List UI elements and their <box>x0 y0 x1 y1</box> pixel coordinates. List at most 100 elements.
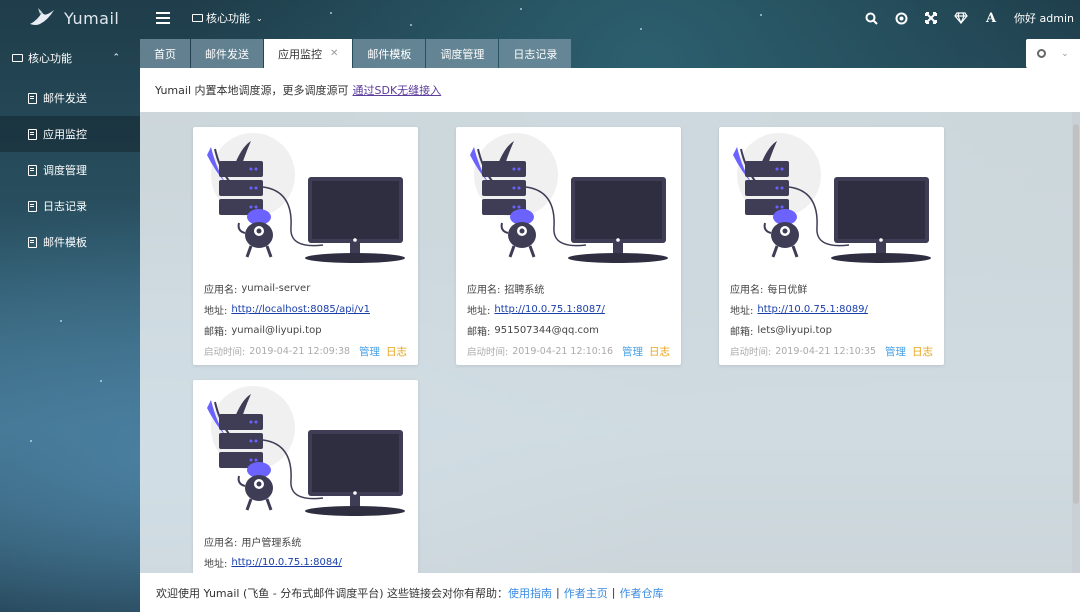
start-time-value: 2019-04-21 12:09:38 <box>249 345 351 357</box>
footer-separator: | <box>556 586 560 599</box>
app-address-label: 地址: <box>467 306 491 317</box>
guide-link[interactable]: 使用指南 <box>508 585 552 601</box>
sidebar-item-label: 邮件发送 <box>43 92 87 105</box>
start-time-label: 启动时间: <box>467 347 509 358</box>
start-time-value: 2019-04-21 12:10:35 <box>775 345 877 357</box>
app-card: 应用名: 每日优鲜 地址: http://10.0.75.1:8089/ 邮箱: le… <box>719 127 944 365</box>
app-address-link[interactable]: http://localhost:8085/api/v1 <box>231 304 370 315</box>
module-switcher[interactable]: 核心功能 ⌄ <box>192 10 263 26</box>
scrollbar[interactable] <box>1072 112 1080 573</box>
top-header: Yumail 核心功能 ⌄ A 你好 admin <box>0 0 1080 36</box>
app-name-row: 应用名: 招聘系统 <box>467 278 670 299</box>
app-address-link[interactable]: http://10.0.75.1:8084/ <box>231 557 342 568</box>
tab-home[interactable]: 首页 <box>140 39 190 68</box>
chevron-down-icon: ⌄ <box>256 13 263 23</box>
folder-icon <box>12 54 23 62</box>
fullscreen-icon[interactable] <box>916 0 946 36</box>
tab-label: 应用监控 <box>278 47 322 61</box>
document-icon <box>28 200 37 212</box>
app-card: 应用名: 用户管理系统 地址: http://10.0.75.1:8084/ <box>193 380 418 573</box>
app-card-body: 应用名: 用户管理系统 地址: http://10.0.75.1:8084/ <box>193 525 418 573</box>
sidebar: 核心功能 ⌃ 邮件发送 应用监控 调度管理 日志记录 邮件模板 <box>0 36 140 612</box>
log-button[interactable]: 日志 <box>386 344 407 359</box>
header-tools: A 你好 admin <box>856 0 1080 36</box>
app-name-label: 应用名: <box>467 285 501 296</box>
app-email-value: yumail@liyupi.top <box>231 325 322 336</box>
scroll-thumb[interactable] <box>1073 124 1079 504</box>
server-illustration <box>207 386 405 516</box>
diamond-icon[interactable] <box>946 0 976 36</box>
tab-label: 调度管理 <box>440 47 485 61</box>
close-icon[interactable]: ✕ <box>330 48 338 59</box>
app-card-body: 应用名: yumail-server 地址: http://localhost:80… <box>193 272 418 361</box>
app-email-label: 邮箱: <box>730 327 754 338</box>
app-address-label: 地址: <box>204 559 228 570</box>
notice-bar: Yumail 内置本地调度源，更多调度源可 通过SDK无缝接入 <box>140 68 1080 112</box>
app-card-panel: 应用名: yumail-server 地址: http://localhost:80… <box>140 112 1080 573</box>
tab-logs[interactable]: 日志记录 <box>499 39 572 68</box>
app-address-label: 地址: <box>730 306 754 317</box>
tab-bar: 首页 邮件发送 应用监控 ✕ 邮件模板 调度管理 日志记录 <box>140 39 572 68</box>
sidebar-item-logs[interactable]: 日志记录 <box>0 188 140 224</box>
app-address-link[interactable]: http://10.0.75.1:8089/ <box>757 304 868 315</box>
sidebar-item-app-monitor[interactable]: 应用监控 <box>0 116 140 152</box>
app-address-row: 地址: http://localhost:8085/api/v1 <box>204 299 407 320</box>
app-name-value: 招聘系统 <box>504 285 545 296</box>
document-icon <box>28 164 37 176</box>
sidebar-group-label: 核心功能 <box>28 52 72 65</box>
log-button[interactable]: 日志 <box>649 344 670 359</box>
manage-button[interactable]: 管理 <box>622 344 643 359</box>
author-repo-link[interactable]: 作者仓库 <box>619 585 663 601</box>
footer-separator: | <box>611 586 616 599</box>
app-email-value: 951507344@qq.com <box>494 325 599 336</box>
notice-text: Yumail 内置本地调度源，更多调度源可 <box>155 84 349 97</box>
tab-mail-template[interactable]: 邮件模板 <box>353 39 426 68</box>
server-illustration <box>470 133 668 263</box>
app-email-row: 邮箱: lets@liyupi.top <box>730 320 933 341</box>
close-circle-icon <box>1037 49 1047 58</box>
app-card-body: 应用名: 每日优鲜 地址: http://10.0.75.1:8089/ 邮箱: le… <box>719 272 944 361</box>
tab-label: 邮件模板 <box>367 47 412 61</box>
sidebar-item-mail-send[interactable]: 邮件发送 <box>0 80 140 116</box>
tab-schedule[interactable]: 调度管理 <box>426 39 499 68</box>
app-card-footer: 启动时间: 2019-04-21 12:10:35 管理 日志 <box>730 341 933 361</box>
app-email-label: 邮箱: <box>467 327 491 338</box>
sidebar-item-label: 日志记录 <box>43 200 87 213</box>
document-icon <box>28 236 37 248</box>
sidebar-item-schedule[interactable]: 调度管理 <box>0 152 140 188</box>
app-email-row: 邮箱: 951507344@qq.com <box>467 320 670 341</box>
user-greeting[interactable]: 你好 admin <box>1006 10 1080 26</box>
tab-options-dropdown[interactable]: ⌄ <box>1026 39 1080 68</box>
document-icon <box>28 128 37 140</box>
app-logo[interactable]: Yumail <box>0 0 140 36</box>
app-name-row: 应用名: 每日优鲜 <box>730 278 933 299</box>
app-card-footer: 启动时间: 2019-04-21 12:10:16 管理 日志 <box>467 341 670 361</box>
manage-button[interactable]: 管理 <box>885 344 906 359</box>
module-label: 核心功能 <box>206 12 250 25</box>
tab-label: 邮件发送 <box>205 47 249 61</box>
app-card-footer: 启动时间: 2019-04-21 12:09:38 管理 日志 <box>204 341 407 361</box>
app-address-label: 地址: <box>204 306 228 317</box>
menu-toggle-icon[interactable] <box>156 12 170 24</box>
log-button[interactable]: 日志 <box>912 344 933 359</box>
target-icon[interactable] <box>886 0 916 36</box>
app-name-label: 应用名: <box>730 285 764 296</box>
author-homepage-link[interactable]: 作者主页 <box>564 585 608 601</box>
app-name-row: 应用名: 用户管理系统 <box>204 531 407 552</box>
sidebar-group-core[interactable]: 核心功能 ⌃ <box>0 36 140 80</box>
app-address-link[interactable]: http://10.0.75.1:8087/ <box>494 304 605 315</box>
search-icon[interactable] <box>856 0 886 36</box>
sidebar-item-label: 应用监控 <box>43 128 87 141</box>
sidebar-item-templates[interactable]: 邮件模板 <box>0 224 140 260</box>
footer-bar: 欢迎使用 Yumail (飞鱼 - 分布式邮件调度平台) 这些链接会对你有帮助：… <box>140 573 1080 612</box>
tab-label: 日志记录 <box>513 47 558 61</box>
folder-icon <box>192 14 203 22</box>
tab-mail-send[interactable]: 邮件发送 <box>191 39 263 68</box>
app-address-row: 地址: http://10.0.75.1:8087/ <box>467 299 670 320</box>
manage-button[interactable]: 管理 <box>359 344 380 359</box>
font-icon[interactable]: A <box>976 0 1006 36</box>
tab-app-monitor[interactable]: 应用监控 ✕ <box>264 39 353 68</box>
app-name: Yumail <box>64 8 120 28</box>
start-time-value: 2019-04-21 12:10:16 <box>512 345 614 357</box>
sdk-link[interactable]: 通过SDK无缝接入 <box>353 82 442 98</box>
